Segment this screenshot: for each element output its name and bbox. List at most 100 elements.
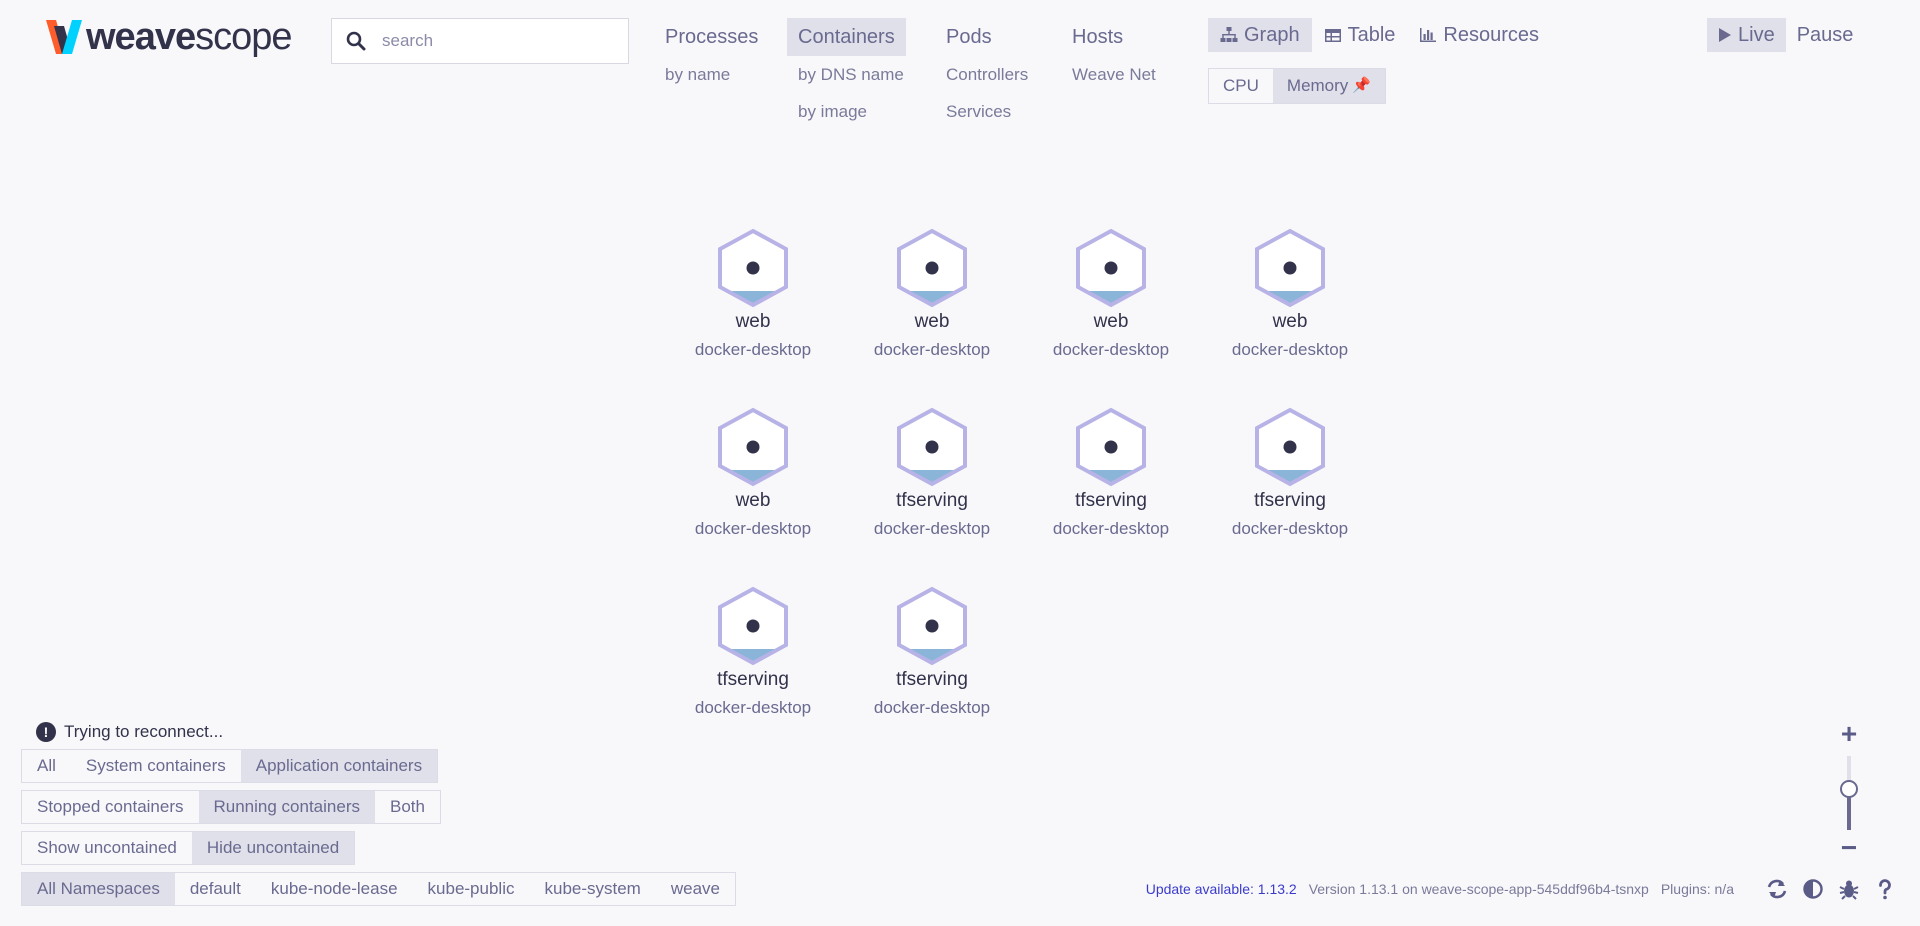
container-hexagon-icon [1255,228,1325,308]
node-label: tfserving [1075,490,1147,511]
container-hexagon-icon [897,586,967,666]
node-sublabel: docker-desktop [1231,340,1349,359]
filter-namespace-weave[interactable]: weave [656,873,735,905]
weavescope-logo: weavescope [42,16,293,58]
container-hexagon-icon [897,228,967,308]
filter-all-namespaces[interactable]: All Namespaces [22,873,175,905]
live-button[interactable]: Live [1707,18,1786,52]
container-node[interactable]: web docker-desktop [1210,228,1370,360]
search-input[interactable] [382,31,622,51]
node-label: web [914,311,950,332]
view-table-button[interactable]: Table [1312,18,1408,52]
search-icon [346,31,366,51]
filter-show-uncontained[interactable]: Show uncontained [22,832,192,864]
filter-system-containers[interactable]: System containers [71,750,241,782]
version-text: Version 1.13.1 on weave-scope-app-545ddf… [1308,881,1649,897]
contrast-icon[interactable] [1802,878,1824,900]
node-label: web [735,490,771,511]
filter-all[interactable]: All [22,750,71,782]
metric-selector: CPU Memory 📌 [1208,68,1386,104]
table-icon [1324,29,1341,42]
topology-processes-by-name[interactable]: by name [654,64,769,101]
container-hexagon-icon [1076,228,1146,308]
node-sublabel: docker-desktop [694,340,812,359]
view-graph-button[interactable]: Graph [1208,18,1312,52]
view-resources-button[interactable]: Resources [1407,18,1551,52]
topology-hosts: Hosts Weave Net [1061,18,1167,101]
filter-both[interactable]: Both [375,791,440,823]
metric-cpu-button[interactable]: CPU [1209,69,1273,103]
bar-chart-icon [1420,28,1437,42]
live-pause-controls: Live Pause [1707,18,1864,52]
filter-running-containers[interactable]: Running containers [198,791,375,823]
topology-containers-by-dns-name[interactable]: by DNS name [787,64,915,101]
node-sublabel: docker-desktop [1052,519,1170,538]
topology-processes-button[interactable]: Processes [654,18,769,56]
node-label: tfserving [896,669,968,690]
topology-pods-button[interactable]: Pods [935,18,1003,56]
weavescope-logo-icon [46,20,82,54]
node-label: tfserving [1254,490,1326,511]
container-node[interactable]: web docker-desktop [673,407,833,539]
container-type-filter: All System containers Application contai… [21,749,439,783]
container-hexagon-icon [1076,407,1146,487]
container-node[interactable]: tfserving docker-desktop [852,407,1012,539]
logo-text: weavescope [86,16,293,58]
container-hexagon-icon [1255,407,1325,487]
node-sublabel: docker-desktop [1231,519,1349,538]
connection-status: ! Trying to reconnect... [36,722,223,742]
container-hexagon-icon [718,407,788,487]
container-node[interactable]: web docker-desktop [852,228,1012,360]
topology-hosts-button[interactable]: Hosts [1061,18,1134,56]
pin-icon: 📌 [1352,77,1371,94]
topology-containers-button[interactable]: Containers [787,18,906,56]
node-sublabel: docker-desktop [873,519,991,538]
container-node[interactable]: web docker-desktop [673,228,833,360]
help-icon[interactable] [1874,878,1896,900]
container-node[interactable]: tfserving docker-desktop [1031,407,1191,539]
zoom-slider[interactable] [1840,756,1858,830]
zoom-slider-thumb[interactable] [1840,780,1858,799]
zoom-out-button[interactable]: − [1836,834,1862,862]
node-sublabel: docker-desktop [694,519,812,538]
pause-button[interactable]: Pause [1786,18,1865,52]
node-sublabel: docker-desktop [1052,340,1170,359]
refresh-icon[interactable] [1766,878,1788,900]
filter-application-containers[interactable]: Application containers [240,750,438,782]
view-graph-label: Graph [1244,23,1300,46]
filter-namespace-default[interactable]: default [175,873,256,905]
node-label: web [735,311,771,332]
topology-containers-by-image[interactable]: by image [787,101,915,138]
topology-pods-services[interactable]: Services [935,101,1039,138]
search-box[interactable] [331,18,629,64]
update-available-link[interactable]: Update available: 1.13.2 [1146,881,1297,897]
container-hexagon-icon [897,407,967,487]
container-node[interactable]: tfserving docker-desktop [673,586,833,718]
topology-processes: Processes by name [654,18,769,101]
node-label: tfserving [717,669,789,690]
filter-namespace-kube-system[interactable]: kube-system [529,873,655,905]
topology-containers: Containers by DNS name by image [787,18,915,138]
topology-hosts-weave-net[interactable]: Weave Net [1061,64,1167,101]
filter-namespace-kube-public[interactable]: kube-public [413,873,530,905]
uncontained-filter: Show uncontained Hide uncontained [21,831,356,865]
topology-pods-controllers[interactable]: Controllers [935,64,1039,101]
zoom-control: + − [1836,720,1862,862]
view-table-label: Table [1347,23,1396,46]
zoom-in-button[interactable]: + [1836,720,1862,748]
container-node[interactable]: web docker-desktop [1031,228,1191,360]
topology-pods: Pods Controllers Services [935,18,1039,138]
footer: Update available: 1.13.2 Version 1.13.1 … [1146,878,1896,900]
container-node[interactable]: tfserving docker-desktop [1210,407,1370,539]
metric-memory-button[interactable]: Memory 📌 [1272,69,1385,103]
container-node[interactable]: tfserving docker-desktop [852,586,1012,718]
container-hexagon-icon [718,228,788,308]
plugins-text: Plugins: n/a [1660,881,1734,897]
filter-namespace-kube-node-lease[interactable]: kube-node-lease [256,873,413,905]
bug-icon[interactable] [1838,878,1860,900]
namespace-filter: All Namespaces default kube-node-lease k… [21,872,736,906]
node-label: tfserving [896,490,968,511]
filter-stopped-containers[interactable]: Stopped containers [22,791,199,823]
filter-hide-uncontained[interactable]: Hide uncontained [191,832,355,864]
node-sublabel: docker-desktop [873,698,991,717]
